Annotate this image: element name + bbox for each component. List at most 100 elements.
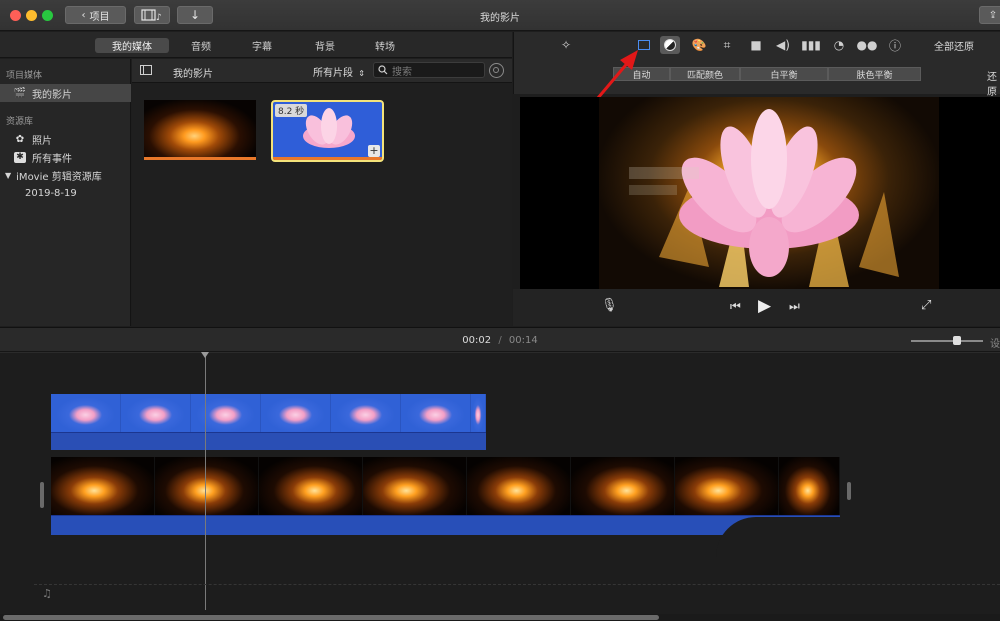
filmstrip-frame	[471, 394, 486, 432]
playback-controls: 🎙 ⏮ ▶ ⏭ ⤢	[513, 289, 1000, 326]
project-media-heading: 项目媒体	[6, 71, 43, 81]
speedometer-icon[interactable]: ◔	[829, 36, 849, 54]
time-separator: /	[498, 335, 502, 346]
camera-stabilization-icon[interactable]: ■	[746, 36, 766, 54]
add-clip-plus-icon[interactable]: +	[368, 145, 380, 157]
filmstrip-frame	[363, 457, 467, 515]
timeline[interactable]: ♫	[0, 352, 1000, 621]
sidebar-item-my-movie[interactable]: 🎬 我的影片	[0, 84, 131, 102]
filmstrip-frame	[51, 394, 121, 432]
media-browser: 我的影片 所有片段 ⇕ 搜索 8.2 秒 +	[132, 59, 512, 326]
microphone-icon[interactable]: 🎙	[601, 298, 618, 313]
tab-backgrounds[interactable]: 背景	[304, 38, 346, 53]
clapperboard-icon: 🎬	[13, 87, 27, 99]
clip-used-bar	[273, 157, 382, 160]
filmstrip-frame	[401, 394, 471, 432]
sidebar-item-event-date[interactable]: 2019-8-19	[0, 184, 131, 202]
zoom-slider[interactable]	[911, 336, 983, 345]
share-icon: ⇪	[988, 9, 998, 21]
tab-titles[interactable]: 字幕	[241, 38, 283, 53]
filmstrip-frame	[155, 457, 259, 515]
equalizer-icon[interactable]: ▮▮▮	[801, 36, 821, 54]
white-balance-button[interactable]: 白平衡	[740, 67, 828, 81]
sidebar-item-label: 我的影片	[32, 89, 72, 101]
share-button[interactable]: ⇪	[979, 6, 1000, 24]
clip-audio-strip	[51, 432, 486, 450]
filmstrip-frame	[261, 394, 331, 432]
sidebar-item-label: 照片	[32, 135, 52, 147]
filmstrip-frame	[779, 457, 840, 515]
scrollbar-thumb[interactable]	[3, 615, 659, 620]
info-icon[interactable]: ⓘ	[885, 36, 905, 54]
video-viewer[interactable]	[520, 97, 1000, 289]
timeline-header: 00:02 / 00:14 设	[0, 327, 1000, 352]
play-icon[interactable]: ▶	[758, 296, 771, 316]
timecode: 00:02 / 00:14	[0, 335, 1000, 346]
tab-audio[interactable]: 音频	[180, 38, 222, 53]
media-clip-lotus[interactable]: 8.2 秒 +	[271, 100, 384, 162]
viewer-frame	[599, 97, 939, 289]
sidebar-item-library[interactable]: ▼ iMovie 剪辑资源库	[0, 166, 131, 184]
playhead-marker-icon[interactable]	[201, 352, 209, 358]
tab-transitions[interactable]: 转场	[364, 38, 406, 53]
lotus-frame-image	[629, 109, 899, 287]
music-track[interactable]: ♫	[34, 584, 1000, 604]
total-time: 00:14	[508, 335, 538, 346]
trim-handle-left[interactable]	[40, 482, 44, 508]
skip-forward-icon[interactable]: ⏭	[789, 299, 800, 314]
clip-filter-select[interactable]: 所有片段 ⇕	[313, 64, 365, 79]
media-clip-fire[interactable]	[144, 100, 256, 160]
music-note-icon: ♫	[42, 587, 52, 600]
window-title: 我的影片	[480, 13, 520, 24]
tab-my-media[interactable]: 我的媒体	[95, 38, 169, 53]
browser-header: 我的影片 所有片段 ⇕ 搜索	[132, 59, 512, 83]
star-box-icon: ✱	[14, 151, 26, 163]
color-correction-icon[interactable]	[660, 36, 680, 54]
zoom-slider-thumb[interactable]	[953, 336, 961, 345]
crop-icon[interactable]: ⌗	[717, 36, 737, 54]
sidebar-item-label: iMovie 剪辑资源库	[16, 171, 102, 183]
photos-flower-icon: ✿	[15, 133, 25, 145]
media-tab-bar: 我的媒体 音频 字幕 背景 转场	[0, 32, 512, 58]
up-down-chevron-icon: ⇕	[358, 69, 365, 78]
library-sidebar: 项目媒体 🎬 我的影片 资源库 ✿ 照片 ✱ 所有事件 ▼ iMovie 剪辑资…	[0, 59, 131, 326]
playhead[interactable]	[205, 352, 206, 610]
disclosure-triangle-icon: ▼	[5, 170, 12, 180]
title-bar: ‹ 项目 ♪ ↓ 我的影片 ⇪	[0, 0, 1000, 31]
browser-title: 我的影片	[173, 69, 213, 80]
search-field[interactable]: 搜索	[373, 62, 485, 78]
sidebar-item-label: 2019-8-19	[25, 187, 77, 199]
sidebar-toggle-icon[interactable]	[140, 65, 152, 75]
current-time: 00:02	[462, 335, 492, 346]
settings-label[interactable]: 设	[990, 335, 1000, 350]
skin-tone-balance-button[interactable]: 肤色平衡	[828, 67, 921, 81]
audio-fade-mask	[716, 517, 840, 557]
filmstrip-frame	[259, 457, 363, 515]
reset-button[interactable]: 还原	[987, 68, 1000, 98]
clip-filter-icon[interactable]: ●●	[857, 36, 878, 54]
reset-all-button[interactable]: 全部还原	[934, 38, 974, 53]
clip-audio-waveform	[51, 515, 840, 535]
sidebar-item-label: 所有事件	[32, 153, 72, 165]
clip-used-bar	[144, 157, 256, 160]
filmstrip-frame	[121, 394, 191, 432]
gear-icon[interactable]	[489, 63, 504, 78]
skip-back-icon[interactable]: ⏮	[730, 299, 741, 314]
search-placeholder: 搜索	[392, 66, 412, 78]
primary-clip-fire[interactable]	[51, 457, 840, 557]
filmstrip-frame	[191, 394, 261, 432]
connected-clip-lotus[interactable]	[51, 394, 486, 450]
match-color-button[interactable]: 匹配颜色	[670, 67, 740, 81]
filmstrip-frame	[467, 457, 571, 515]
clip-filter-label: 所有片段	[313, 68, 353, 79]
libraries-heading: 资源库	[6, 117, 34, 127]
fullscreen-icon[interactable]: ⤢	[921, 298, 931, 313]
sidebar-item-all-events[interactable]: ✱ 所有事件	[0, 148, 131, 166]
horizontal-scrollbar[interactable]	[0, 614, 1000, 621]
speaker-icon[interactable]: ◀)	[773, 36, 793, 54]
filmstrip-frame	[51, 457, 155, 515]
search-icon	[378, 65, 388, 75]
trim-handle-right[interactable]	[847, 482, 851, 500]
palette-icon[interactable]: 🎨	[689, 36, 709, 54]
sidebar-item-photos[interactable]: ✿ 照片	[0, 130, 131, 148]
